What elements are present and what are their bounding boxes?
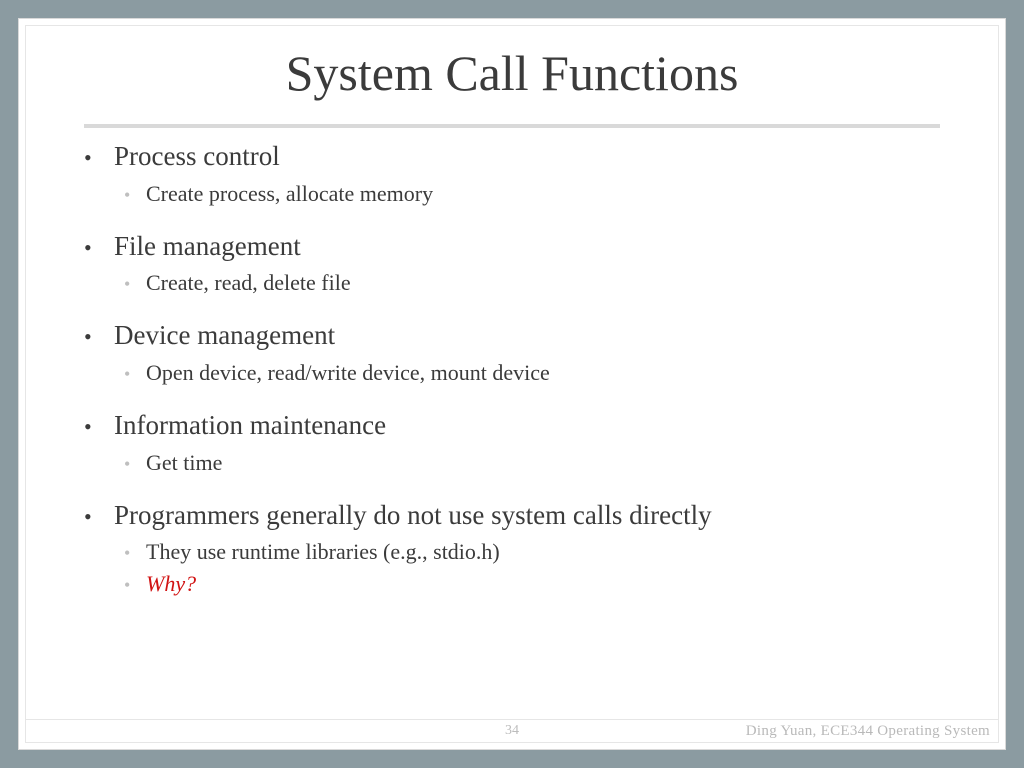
sub-bullet-list: •Open device, read/write device, mount d… xyxy=(84,357,940,389)
sub-bullet-text: Open device, read/write device, mount de… xyxy=(146,357,550,389)
course-label: Ding Yuan, ECE344 Operating System xyxy=(746,723,990,740)
sub-bullet-item: •Open device, read/write device, mount d… xyxy=(124,357,940,389)
sub-bullet-text: Why? xyxy=(146,568,196,600)
sub-bullet-text: Create process, allocate memory xyxy=(146,178,433,210)
top-bullet-item: •Programmers generally do not use system… xyxy=(84,499,940,601)
top-bullet-text: Device management xyxy=(114,319,335,353)
sub-bullet-text: They use runtime libraries (e.g., stdio.… xyxy=(146,536,500,568)
slide-outer-border: System Call Functions •Process control•C… xyxy=(18,18,1006,750)
top-bullet-text: Programmers generally do not use system … xyxy=(114,499,712,533)
sub-bullet-item: •Create process, allocate memory xyxy=(124,178,940,210)
top-bullet-item: •Device management•Open device, read/wri… xyxy=(84,319,940,389)
top-bullet-row: •File management xyxy=(84,230,940,264)
top-bullet-text: Information maintenance xyxy=(114,409,386,443)
sub-bullet-text: Get time xyxy=(146,447,222,479)
title-block: System Call Functions xyxy=(84,26,940,124)
slide-title: System Call Functions xyxy=(84,44,940,102)
top-bullet-text: Process control xyxy=(114,140,280,174)
sub-bullet-list: •Create, read, delete file xyxy=(84,267,940,299)
bullet-dot-icon: • xyxy=(84,323,114,351)
top-bullet-row: •Process control xyxy=(84,140,940,174)
top-bullet-item: •Information maintenance•Get time xyxy=(84,409,940,479)
bullet-dot-icon: • xyxy=(84,503,114,531)
slide-frame: System Call Functions •Process control•C… xyxy=(0,0,1024,768)
bullet-list: •Process control•Create process, allocat… xyxy=(84,140,940,600)
top-bullet-row: •Information maintenance xyxy=(84,409,940,443)
sub-bullet-dot-icon: • xyxy=(124,182,146,208)
sub-bullet-dot-icon: • xyxy=(124,451,146,477)
sub-bullet-item: •They use runtime libraries (e.g., stdio… xyxy=(124,536,940,568)
top-bullet-item: •File management•Create, read, delete fi… xyxy=(84,230,940,300)
sub-bullet-list: •Get time xyxy=(84,447,940,479)
sub-bullet-text: Create, read, delete file xyxy=(146,267,351,299)
top-bullet-row: •Programmers generally do not use system… xyxy=(84,499,940,533)
slide-content: System Call Functions •Process control•C… xyxy=(25,25,999,743)
sub-bullet-dot-icon: • xyxy=(124,572,146,598)
title-divider xyxy=(84,124,940,128)
top-bullet-row: •Device management xyxy=(84,319,940,353)
top-bullet-item: •Process control•Create process, allocat… xyxy=(84,140,940,210)
sub-bullet-item: •Get time xyxy=(124,447,940,479)
top-bullet-text: File management xyxy=(114,230,301,264)
sub-bullet-item: •Why? xyxy=(124,568,940,600)
bullet-dot-icon: • xyxy=(84,144,114,172)
slide-footer: 34 Ding Yuan, ECE344 Operating System xyxy=(26,719,998,742)
bullet-dot-icon: • xyxy=(84,234,114,262)
bullet-dot-icon: • xyxy=(84,413,114,441)
sub-bullet-dot-icon: • xyxy=(124,540,146,566)
sub-bullet-item: •Create, read, delete file xyxy=(124,267,940,299)
sub-bullet-dot-icon: • xyxy=(124,361,146,387)
sub-bullet-list: •Create process, allocate memory xyxy=(84,178,940,210)
sub-bullet-list: •They use runtime libraries (e.g., stdio… xyxy=(84,536,940,600)
sub-bullet-dot-icon: • xyxy=(124,271,146,297)
